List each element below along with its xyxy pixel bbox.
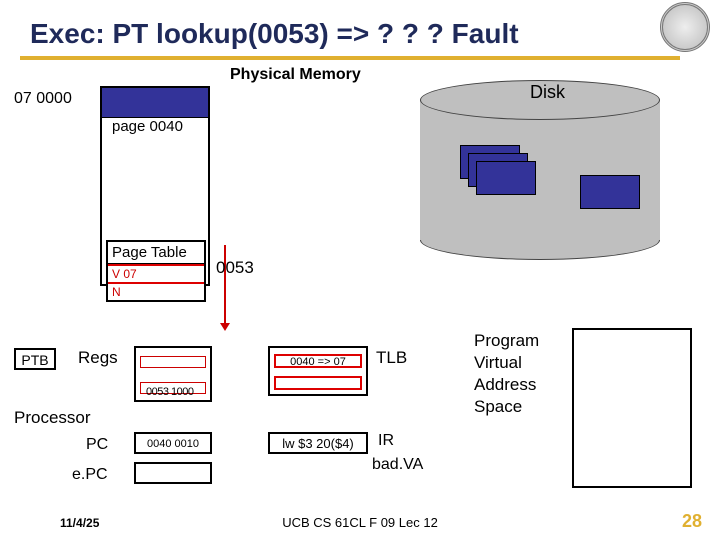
footer-center: UCB CS 61CL F 09 Lec 12 <box>0 515 720 530</box>
regs-value: 0053 1000 <box>146 386 194 398</box>
pc-box: 0040 0010 <box>134 432 212 454</box>
lookup-arrow-icon <box>224 245 226 325</box>
title-underline <box>20 56 680 60</box>
epc-label: e.PC <box>72 466 108 484</box>
ir-label: IR <box>378 432 394 450</box>
processor-label: Processor <box>14 408 91 428</box>
page-table-row: N <box>108 282 204 300</box>
disk-page-block <box>476 161 536 195</box>
epc-box <box>134 462 212 484</box>
disk-cylinder <box>420 80 660 260</box>
tlb-label: TLB <box>376 348 407 368</box>
tlb-box: 0040 => 07 <box>268 346 368 396</box>
lookup-addr: 0053 <box>216 258 254 278</box>
page-table-title: Page Table <box>108 242 204 264</box>
page-table-box: Page Table V 07 N <box>106 240 206 302</box>
regs-slot <box>140 356 206 368</box>
physmem-label: Physical Memory <box>230 66 361 84</box>
page-0040-label: page 0040 <box>112 118 183 135</box>
ptb-box: PTB <box>14 348 56 370</box>
disk-page-block <box>580 175 640 209</box>
footer-page-number: 28 <box>682 511 702 532</box>
virtual-address-space-label: ProgramVirtualAddressSpace <box>474 330 564 418</box>
tlb-entry-empty <box>274 376 362 390</box>
virtual-address-space-box <box>572 328 692 488</box>
page-table-row: V 07 <box>108 264 204 282</box>
badva-label: bad.VA <box>372 456 423 474</box>
disk-label: Disk <box>530 82 565 103</box>
base-addr-label: 07 0000 <box>14 90 72 108</box>
slide-title: Exec: PT lookup(0053) => ? ? ? Fault <box>30 18 519 50</box>
page-0040-block <box>102 88 208 118</box>
tlb-entry: 0040 => 07 <box>274 354 362 368</box>
disk-body <box>420 100 660 240</box>
ir-box: lw $3 20($4) <box>268 432 368 454</box>
pc-label: PC <box>86 436 108 454</box>
seal-icon <box>660 2 710 52</box>
regs-label: Regs <box>78 348 118 368</box>
